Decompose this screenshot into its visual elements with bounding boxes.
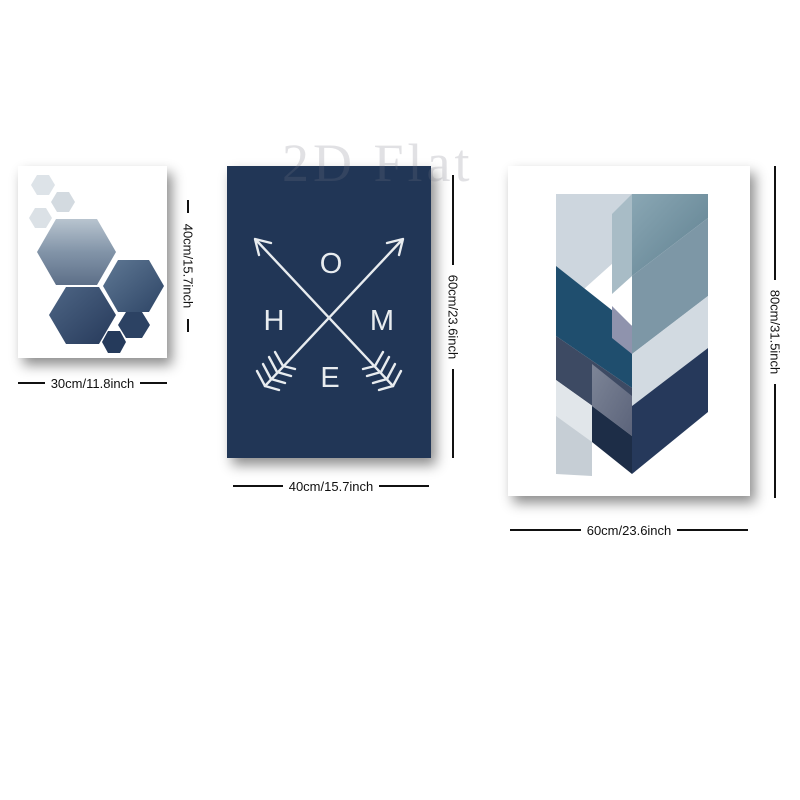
- home-arrows-artwork: O H M E: [253, 237, 405, 394]
- hexagon-tiny-3: [29, 208, 52, 228]
- dimension-line: [510, 529, 581, 531]
- hexagon-small-2: [102, 331, 126, 353]
- fletching-bottom-right: [361, 350, 403, 392]
- dimension-line: [677, 529, 748, 531]
- panel-1-width-label: 30cm/11.8inch: [50, 375, 135, 391]
- dimension-line: [18, 382, 45, 384]
- dimension-line: [774, 166, 776, 280]
- dimension-line: [140, 382, 167, 384]
- panel-2-width-dimension: 40cm/15.7inch: [233, 476, 429, 496]
- geometric-chevron-artwork: [556, 194, 708, 476]
- hexagon-small-1: [118, 312, 150, 338]
- panel-2-height-dimension: 60cm/23.6inch: [443, 175, 463, 458]
- panel-3-height-label: 80cm/31.5inch: [767, 289, 783, 375]
- geometric-chevron-canvas: [508, 166, 750, 496]
- panel-2-width-label: 40cm/15.7inch: [288, 478, 374, 494]
- panel-1-height-dimension: 40cm/15.7inch: [178, 200, 198, 332]
- letter-bottom: E: [320, 362, 339, 394]
- letter-top: O: [320, 248, 343, 280]
- dimension-line: [379, 485, 429, 487]
- hexagon-tiny-1: [31, 175, 55, 195]
- dimension-line: [233, 485, 283, 487]
- panel-3-width-label: 60cm/23.6inch: [586, 522, 672, 538]
- panel-1-height-label: 40cm/15.7inch: [180, 223, 196, 309]
- dimension-line: [774, 384, 776, 498]
- hexagon-tiny-2: [51, 192, 75, 212]
- hexagon-medium-right: [103, 260, 164, 312]
- panel-2-height-label: 60cm/23.6inch: [445, 274, 461, 359]
- hexagon-canvas: [18, 166, 167, 358]
- dimension-line: [187, 319, 189, 332]
- letter-left: H: [264, 305, 285, 337]
- fletching-bottom-left: [255, 350, 297, 392]
- hexagon-large: [37, 219, 116, 285]
- dimension-line: [452, 368, 454, 458]
- panel-3-height-dimension: 80cm/31.5inch: [765, 166, 785, 498]
- panel-1-width-dimension: 30cm/11.8inch: [18, 373, 167, 393]
- panel-3-width-dimension: 60cm/23.6inch: [510, 520, 748, 540]
- product-image: 2D Flat 30cm/11.8inch 40cm/15.7inch O H …: [0, 0, 800, 800]
- letter-right: M: [370, 305, 394, 337]
- dimension-line: [187, 200, 189, 213]
- hexagon-artwork: [29, 175, 164, 353]
- watermark: 2D Flat: [282, 133, 474, 193]
- home-arrows-canvas: O H M E: [227, 166, 431, 458]
